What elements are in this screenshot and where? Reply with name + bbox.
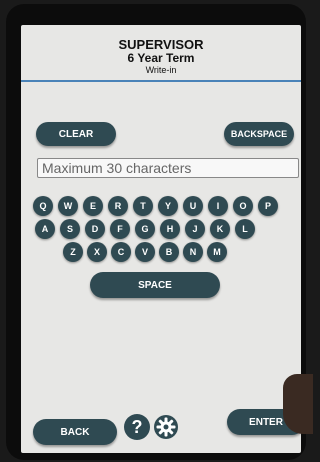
term-title: 6 Year Term [127, 51, 195, 65]
key-t[interactable]: T [133, 196, 153, 216]
gear-icon[interactable] [153, 414, 179, 440]
key-u[interactable]: U [183, 196, 203, 216]
finger [283, 374, 313, 434]
key-a[interactable]: A [35, 219, 55, 239]
key-k[interactable]: K [210, 219, 230, 239]
key-n[interactable]: N [183, 242, 203, 262]
writein-input[interactable] [37, 158, 299, 178]
question-mark-icon[interactable]: ? [124, 414, 150, 440]
key-s[interactable]: S [60, 219, 80, 239]
key-z[interactable]: Z [63, 242, 83, 262]
key-m[interactable]: M [207, 242, 227, 262]
backspace-button[interactable]: BACKSPACE [224, 122, 294, 146]
key-b[interactable]: B [159, 242, 179, 262]
space-button[interactable]: SPACE [90, 272, 220, 298]
key-j[interactable]: J [185, 219, 205, 239]
ballot-screen: SUPERVISOR 6 Year Term Write-in CLEAR BA… [21, 25, 301, 453]
key-p[interactable]: P [258, 196, 278, 216]
office-title: SUPERVISOR [118, 37, 204, 52]
key-v[interactable]: V [135, 242, 155, 262]
key-o[interactable]: O [233, 196, 253, 216]
contest-header: SUPERVISOR 6 Year Term Write-in [21, 25, 301, 85]
header-divider [21, 80, 301, 82]
clear-button[interactable]: CLEAR [36, 122, 116, 146]
key-g[interactable]: G [135, 219, 155, 239]
key-d[interactable]: D [85, 219, 105, 239]
key-i[interactable]: I [208, 196, 228, 216]
key-e[interactable]: E [83, 196, 103, 216]
key-f[interactable]: F [110, 219, 130, 239]
key-q[interactable]: Q [33, 196, 53, 216]
back-button[interactable]: BACK [33, 419, 117, 445]
writein-subtitle: Write-in [145, 65, 177, 75]
key-r[interactable]: R [108, 196, 128, 216]
key-y[interactable]: Y [158, 196, 178, 216]
key-l[interactable]: L [235, 219, 255, 239]
key-h[interactable]: H [160, 219, 180, 239]
key-w[interactable]: W [58, 196, 78, 216]
key-c[interactable]: C [111, 242, 131, 262]
key-x[interactable]: X [87, 242, 107, 262]
